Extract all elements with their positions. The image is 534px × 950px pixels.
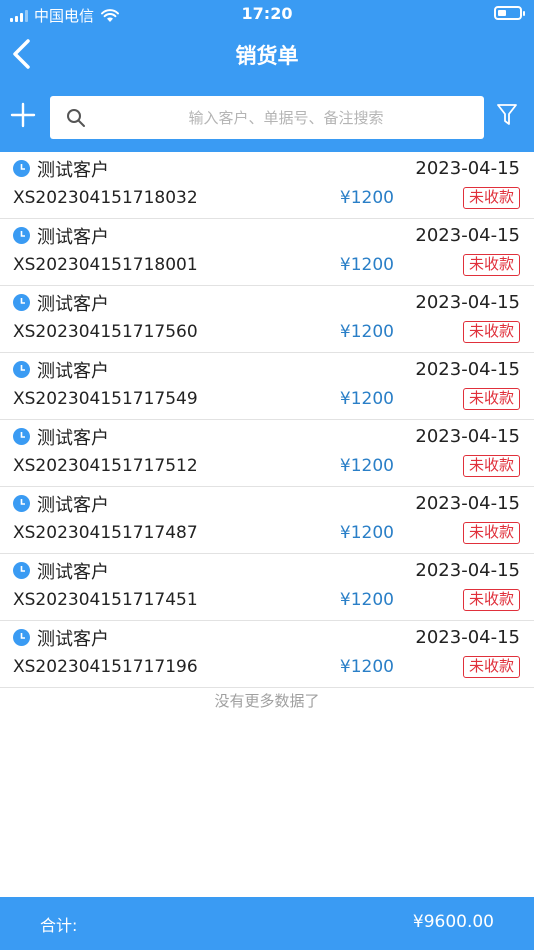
clock-icon: [13, 294, 30, 311]
filter-icon[interactable]: [496, 102, 518, 128]
order-date: 2023-04-15: [415, 560, 520, 581]
order-date: 2023-04-15: [415, 426, 520, 447]
total-label: 合计:: [40, 916, 78, 935]
clock-icon: [13, 495, 30, 512]
order-date: 2023-04-15: [415, 292, 520, 313]
customer-name: 测试客户: [37, 227, 109, 248]
search-input[interactable]: [96, 96, 476, 139]
customer-name: 测试客户: [37, 361, 109, 382]
order-amount: ¥1200: [339, 590, 394, 610]
order-amount: ¥1200: [339, 255, 394, 275]
clock-icon: [13, 160, 30, 177]
order-row[interactable]: 测试客户 2023-04-15 XS202304151718001 ¥1200 …: [0, 219, 534, 286]
order-row[interactable]: 测试客户 2023-04-15 XS202304151717560 ¥1200 …: [0, 286, 534, 353]
customer-name: 测试客户: [37, 629, 109, 650]
status-badge: 未收款: [462, 455, 520, 477]
status-badge: 未收款: [462, 187, 520, 209]
search-icon: [67, 109, 85, 127]
order-date: 2023-04-15: [415, 225, 520, 246]
order-amount: ¥1200: [339, 322, 394, 342]
status-time: 17:20: [241, 4, 293, 23]
customer-name: 测试客户: [37, 562, 109, 583]
total-value: ¥9600.00: [412, 912, 494, 932]
order-number: XS202304151717451: [13, 590, 198, 610]
header: 中国电信 17:20 销货单: [0, 0, 534, 152]
status-badge: 未收款: [462, 656, 520, 678]
order-amount: ¥1200: [339, 523, 394, 543]
status-badge: 未收款: [462, 522, 520, 544]
status-badge: 未收款: [462, 321, 520, 343]
battery-icon: [494, 6, 525, 20]
order-row[interactable]: 测试客户 2023-04-15 XS202304151717451 ¥1200 …: [0, 554, 534, 621]
order-number: XS202304151717549: [13, 389, 198, 409]
customer-name: 测试客户: [37, 428, 109, 449]
order-amount: ¥1200: [339, 456, 394, 476]
customer-name: 测试客户: [37, 160, 109, 181]
order-row[interactable]: 测试客户 2023-04-15 XS202304151717549 ¥1200 …: [0, 353, 534, 420]
order-date: 2023-04-15: [415, 158, 520, 179]
sales-order-screen: 中国电信 17:20 销货单 输入客户、单据号、备注搜索 测试客户 2023-0…: [0, 0, 534, 950]
order-row[interactable]: 测试客户 2023-04-15 XS202304151717512 ¥1200 …: [0, 420, 534, 487]
add-icon[interactable]: [10, 102, 36, 128]
order-amount: ¥1200: [339, 657, 394, 677]
nav-bar: 销货单: [0, 28, 534, 80]
order-number: XS202304151718032: [13, 188, 198, 208]
order-row[interactable]: 测试客户 2023-04-15 XS202304151717196 ¥1200 …: [0, 621, 534, 688]
clock-icon: [13, 361, 30, 378]
footer-total-bar: 合计: ¥9600.00: [0, 897, 534, 950]
order-amount: ¥1200: [339, 389, 394, 409]
order-number: XS202304151717196: [13, 657, 198, 677]
order-number: XS202304151717487: [13, 523, 198, 543]
order-list: 测试客户 2023-04-15 XS202304151718032 ¥1200 …: [0, 152, 534, 688]
customer-name: 测试客户: [37, 495, 109, 516]
order-number: XS202304151717512: [13, 456, 198, 476]
clock-icon: [13, 227, 30, 244]
clock-icon: [13, 562, 30, 579]
list-end-text: 没有更多数据了: [214, 692, 320, 710]
page-title: 销货单: [235, 44, 299, 68]
clock-icon: [13, 428, 30, 445]
search-box[interactable]: [50, 96, 484, 139]
status-badge: 未收款: [462, 254, 520, 276]
order-number: XS202304151717560: [13, 322, 198, 342]
status-badge: 未收款: [462, 589, 520, 611]
status-bar: 中国电信 17:20: [0, 0, 534, 28]
order-amount: ¥1200: [339, 188, 394, 208]
search-toolbar: [0, 92, 534, 140]
clock-icon: [13, 629, 30, 646]
order-row[interactable]: 测试客户 2023-04-15 XS202304151717487 ¥1200 …: [0, 487, 534, 554]
order-date: 2023-04-15: [415, 359, 520, 380]
order-date: 2023-04-15: [415, 627, 520, 648]
order-date: 2023-04-15: [415, 493, 520, 514]
status-badge: 未收款: [462, 388, 520, 410]
customer-name: 测试客户: [37, 294, 109, 315]
order-number: XS202304151718001: [13, 255, 198, 275]
order-row[interactable]: 测试客户 2023-04-15 XS202304151718032 ¥1200 …: [0, 152, 534, 219]
